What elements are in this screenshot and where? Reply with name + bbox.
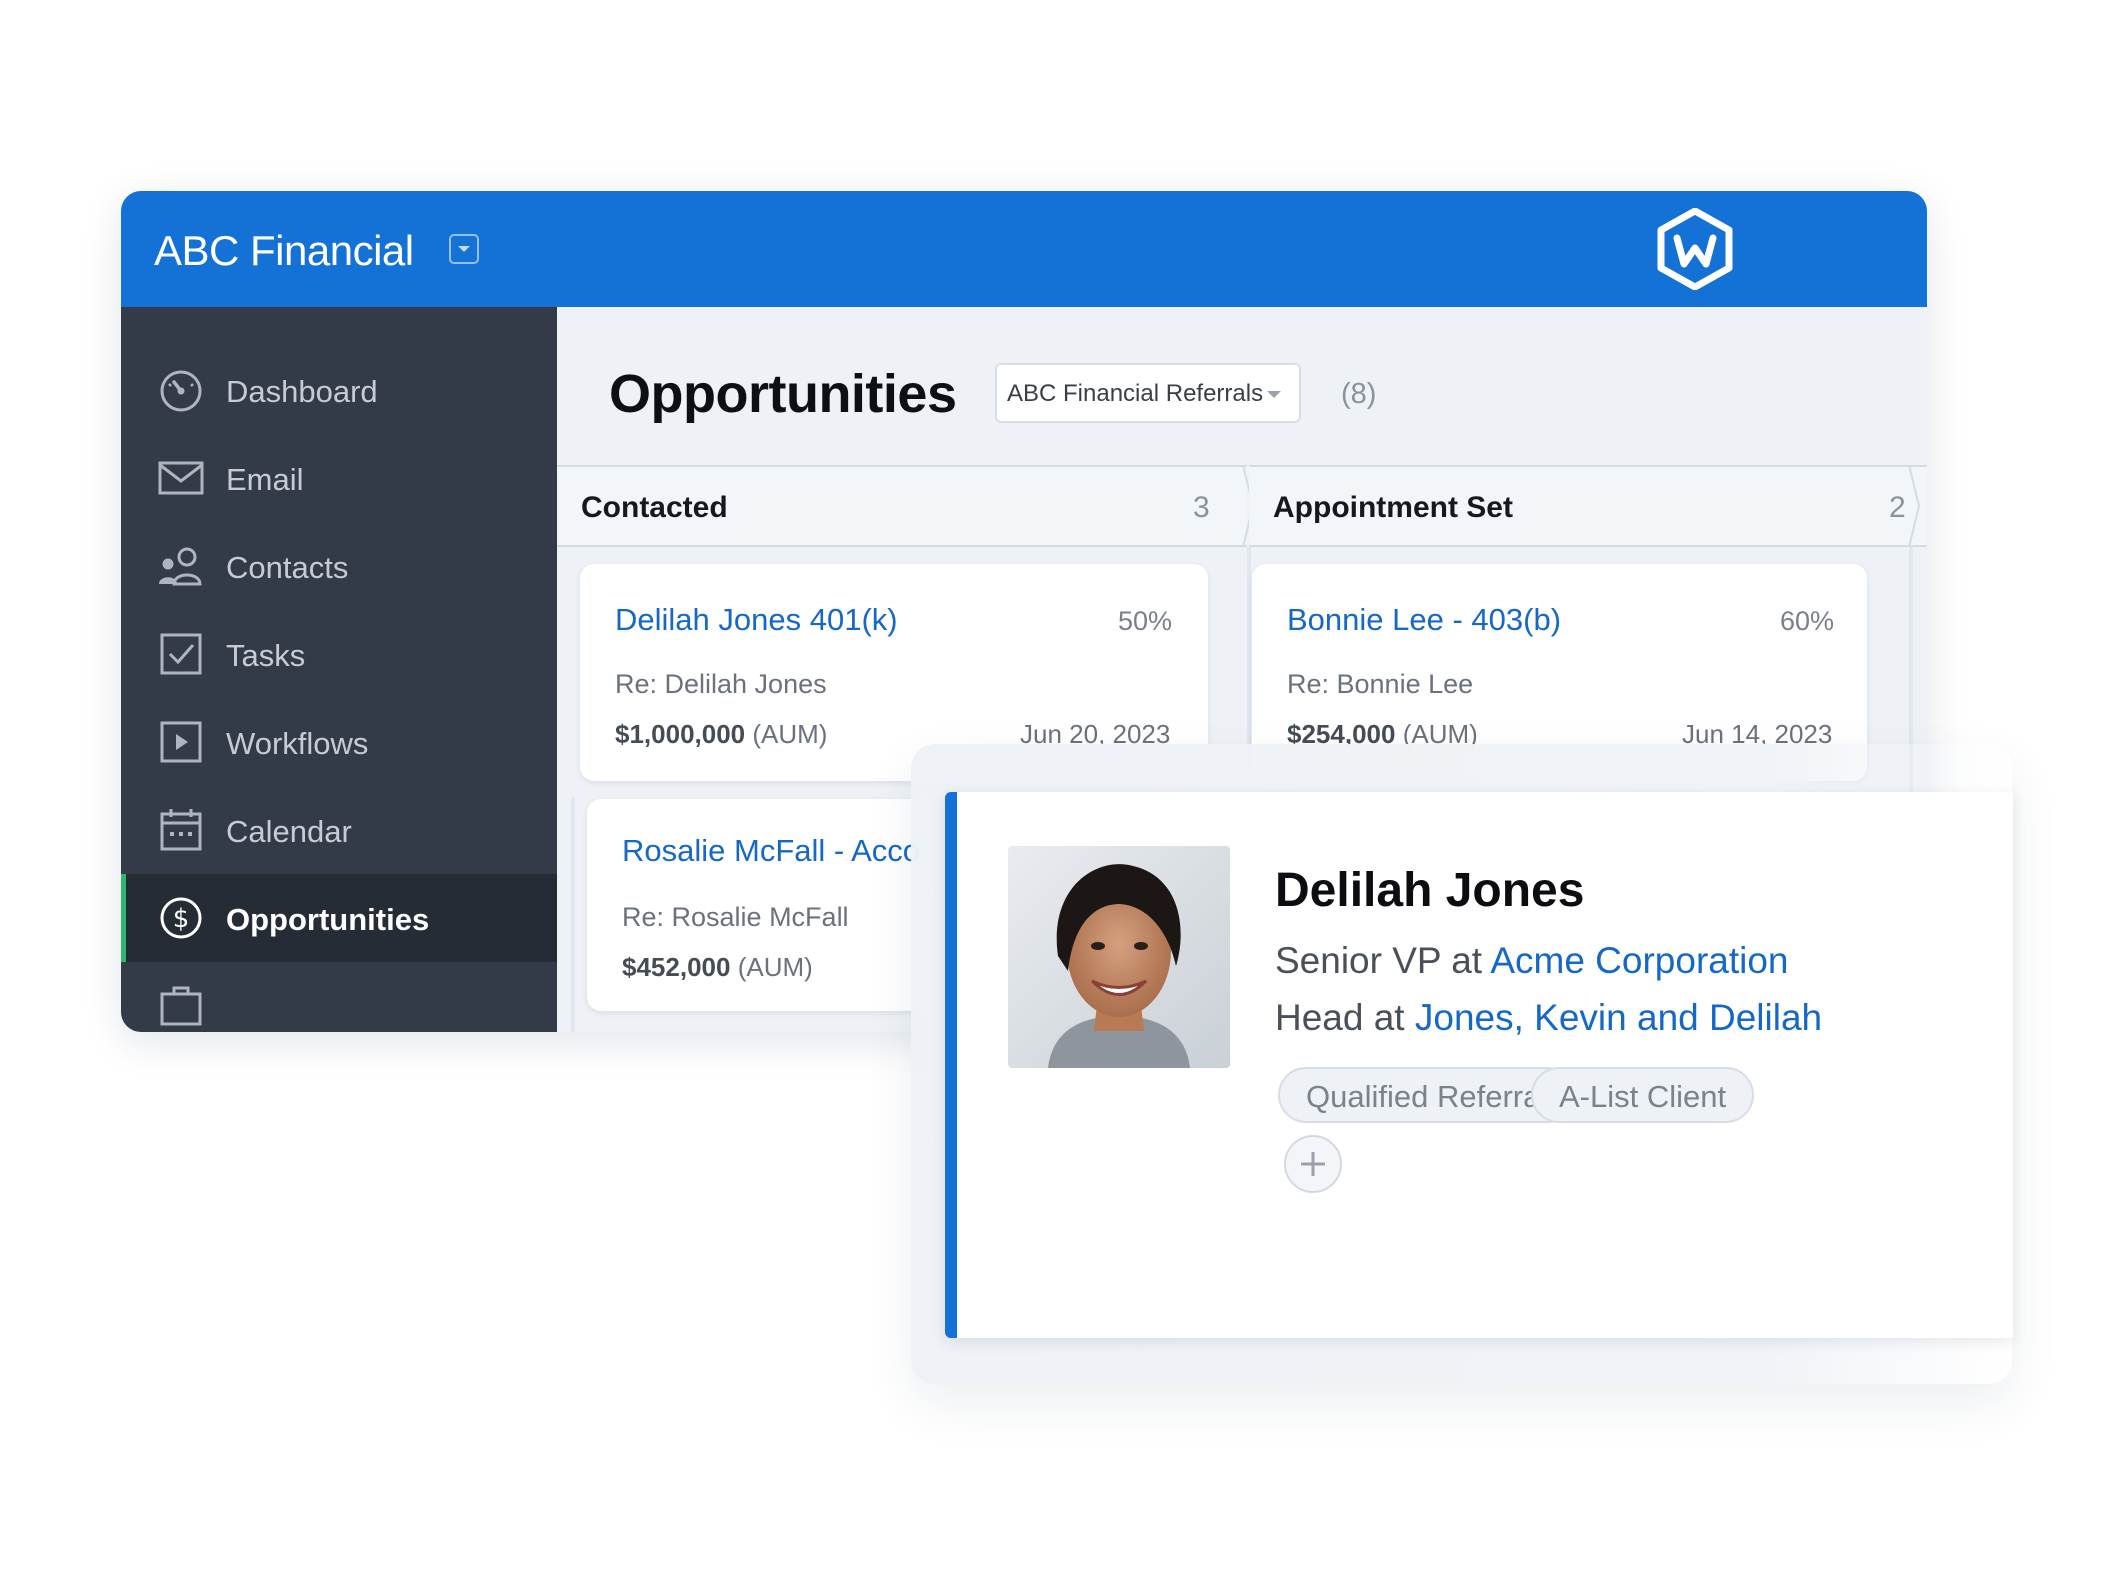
people-icon xyxy=(159,547,202,586)
opportunity-title-link[interactable]: Bonnie Lee - 403(b) xyxy=(1287,602,1561,638)
amount-suffix: (AUM) xyxy=(737,952,813,982)
add-tag-button[interactable] xyxy=(1284,1135,1342,1193)
dollar-circle-icon: $ xyxy=(160,897,202,939)
speedometer-icon xyxy=(160,370,202,412)
person-photo-avatar[interactable] xyxy=(1008,846,1230,1068)
sidebar-item-label: Workflows xyxy=(226,726,369,761)
sidebar-item-label: Calendar xyxy=(226,814,352,849)
sidebar-item-partial[interactable] xyxy=(121,962,557,1032)
top-bar: ABC Financial xyxy=(121,191,1927,307)
envelope-icon xyxy=(158,461,204,495)
opportunity-percent: 60% xyxy=(1780,606,1835,636)
opportunity-regarding: Re: Delilah Jones xyxy=(615,669,827,699)
calendar-icon xyxy=(160,809,202,851)
amount-value: $452,000 xyxy=(622,952,731,982)
account-dropdown-button[interactable] xyxy=(449,234,479,264)
pipeline-filter-select[interactable]: ABC Financial Referrals xyxy=(995,363,1301,423)
sidebar-item-opportunities[interactable]: $ Opportunities xyxy=(121,874,557,962)
opportunity-amount: $452,000 (AUM) xyxy=(622,952,813,983)
chevron-down-icon xyxy=(1267,391,1281,398)
opportunity-title-link[interactable]: Rosalie McFall - Acco xyxy=(622,833,920,869)
sidebar-item-label: Contacts xyxy=(226,550,349,585)
column-name: Contacted xyxy=(581,491,728,524)
filter-selected-value: ABC Financial Referrals xyxy=(1007,380,1264,407)
avatar-image xyxy=(1008,846,1230,1068)
column-header-appointment-set: Appointment Set 2 xyxy=(1249,465,1927,547)
amount-suffix: (AUM) xyxy=(752,719,828,749)
page-title: Opportunities xyxy=(609,364,957,424)
organization-link[interactable]: Acme Corporation xyxy=(1490,940,1788,981)
sidebar-item-tasks[interactable]: Tasks xyxy=(121,610,557,698)
hexagon-w-logo-icon[interactable] xyxy=(1657,208,1733,290)
contact-card: Delilah Jones Senior VP at Acme Corporat… xyxy=(945,792,2013,1338)
sidebar: Dashboard Email Contacts Tasks Workflows… xyxy=(121,307,557,1032)
column-count: 3 xyxy=(1193,491,1210,524)
sidebar-item-label: Tasks xyxy=(226,638,306,673)
sidebar-item-contacts[interactable]: Contacts xyxy=(121,522,557,610)
opportunity-title-link[interactable]: Delilah Jones 401(k) xyxy=(615,602,898,638)
organization-link[interactable]: Jones, Kevin and Delilah xyxy=(1415,997,1822,1038)
role-title: Senior VP at xyxy=(1275,940,1483,981)
column-header-contacted: Contacted 3 xyxy=(557,465,1247,547)
opportunity-percent: 50% xyxy=(1118,606,1173,636)
contact-role-line: Head at Jones, Kevin and Delilah xyxy=(1275,997,1822,1039)
plus-icon xyxy=(1301,1152,1325,1176)
lane-separator xyxy=(571,797,575,1032)
app-title: ABC Financial xyxy=(154,227,414,274)
tag-chip[interactable]: A-List Client xyxy=(1531,1067,1755,1123)
play-square-icon xyxy=(160,721,202,763)
sidebar-item-label: Dashboard xyxy=(226,374,378,409)
amount-value: $1,000,000 xyxy=(615,719,746,749)
opportunity-count: (8) xyxy=(1341,378,1377,410)
opportunity-regarding: Re: Rosalie McFall xyxy=(622,902,849,932)
sidebar-item-workflows[interactable]: Workflows xyxy=(121,698,557,786)
opportunity-amount: $1,000,000 (AUM) xyxy=(615,719,827,750)
briefcase-icon xyxy=(160,986,202,1026)
column-divider-chevron xyxy=(1908,465,1921,547)
sidebar-item-label: Opportunities xyxy=(226,902,430,937)
svg-text:$: $ xyxy=(173,904,190,934)
checkbox-icon xyxy=(160,633,202,675)
role-title: Head at xyxy=(1275,997,1405,1038)
contact-name: Delilah Jones xyxy=(1275,864,1585,917)
contact-role-line: Senior VP at Acme Corporation xyxy=(1275,940,1789,982)
column-name: Appointment Set xyxy=(1273,491,1513,524)
sidebar-item-label: Email xyxy=(226,462,304,497)
sidebar-item-email[interactable]: Email xyxy=(121,434,557,522)
sidebar-item-calendar[interactable]: Calendar xyxy=(121,786,557,874)
sidebar-item-dashboard[interactable]: Dashboard xyxy=(121,346,557,434)
column-count: 2 xyxy=(1889,491,1906,524)
opportunity-regarding: Re: Bonnie Lee xyxy=(1287,669,1474,699)
